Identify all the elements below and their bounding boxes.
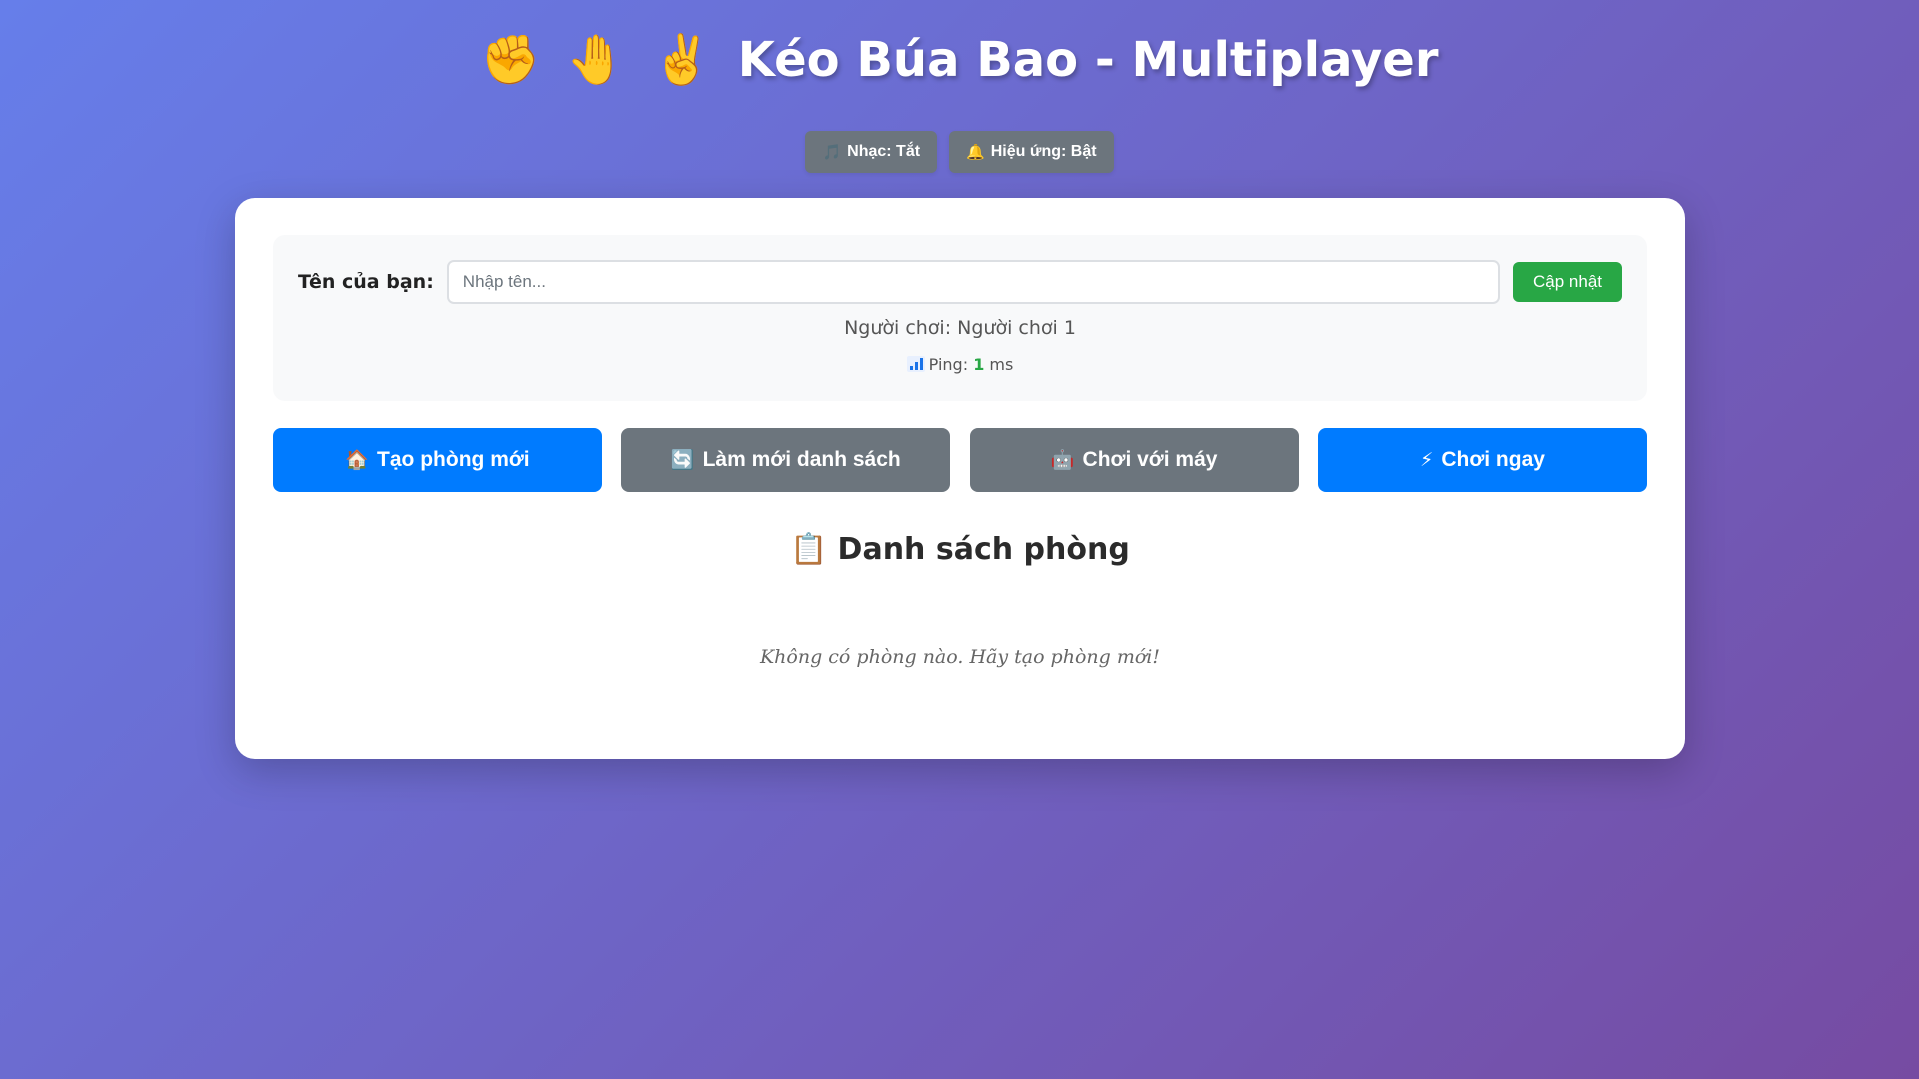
empty-room-message: Không có phòng nào. Hãy tạo phòng mới!: [759, 646, 1160, 668]
raised-hand-icon: 🤚: [566, 32, 626, 88]
create-room-label: Tạo phòng mới: [377, 448, 530, 471]
room-list-heading: 📋 Danh sách phòng: [235, 530, 1685, 570]
quick-play-button[interactable]: ⚡ Chơi ngay: [1317, 428, 1647, 492]
fist-icon: ✊: [480, 32, 541, 88]
effects-toggle-label: Hiệu ứng: Bật: [990, 143, 1097, 160]
player-status: Người chơi: Người chơi 1: [844, 317, 1076, 339]
ping-value: 1: [973, 355, 985, 374]
music-note-icon: 🎵: [822, 144, 842, 161]
effects-toggle-button[interactable]: 🔔 Hiệu ứng: Bật: [949, 131, 1114, 173]
victory-hand-icon: ✌️: [651, 32, 712, 88]
music-toggle-button[interactable]: 🎵 Nhạc: Tắt: [805, 131, 938, 173]
main-card: Tên của bạn: Cập nhật Người chơi: Người …: [235, 198, 1685, 759]
play-bot-button[interactable]: 🤖 Chơi với máy: [969, 428, 1299, 492]
refresh-icon: 🔄: [670, 450, 695, 471]
create-room-button[interactable]: 🏠 Tạo phòng mới: [273, 428, 602, 492]
refresh-list-button[interactable]: 🔄 Làm mới danh sách: [621, 428, 951, 492]
name-row: Tên của bạn: Cập nhật: [298, 260, 1622, 304]
music-toggle-label: Nhạc: Tắt: [847, 143, 921, 160]
ping-unit: ms: [989, 355, 1014, 374]
quick-play-label: Chơi ngay: [1441, 448, 1545, 471]
play-bot-label: Chơi với máy: [1082, 448, 1218, 471]
lightning-icon: ⚡: [1420, 449, 1434, 471]
signal-bars-icon: [906, 356, 925, 372]
app-title: ✊ 🤚 ✌️ Kéo Búa Bao - Multiplayer: [0, 26, 1919, 94]
ping-indicator: Ping: 1 ms: [273, 355, 1647, 374]
refresh-list-label: Làm mới danh sách: [702, 448, 901, 471]
bell-icon: 🔔: [966, 144, 985, 161]
name-input[interactable]: [446, 260, 1500, 304]
player-panel: Tên của bạn: Cập nhật Người chơi: Người …: [273, 235, 1647, 401]
clipboard-icon: 📋: [790, 532, 828, 567]
update-name-button[interactable]: Cập nhật: [1513, 262, 1622, 302]
app-title-text: Kéo Búa Bao - Multiplayer: [737, 32, 1439, 88]
ping-label: Ping:: [928, 355, 969, 374]
name-label: Tên của bạn:: [298, 271, 434, 293]
action-buttons: 🏠 Tạo phòng mới 🔄 Làm mới danh sách 🤖 Ch…: [273, 428, 1647, 492]
settings-bar: 🎵 Nhạc: Tắt 🔔 Hiệu ứng: Bật: [0, 131, 1919, 173]
room-list-title: Danh sách phòng: [837, 532, 1130, 567]
house-icon: 🏠: [345, 450, 370, 471]
robot-icon: 🤖: [1050, 450, 1075, 471]
